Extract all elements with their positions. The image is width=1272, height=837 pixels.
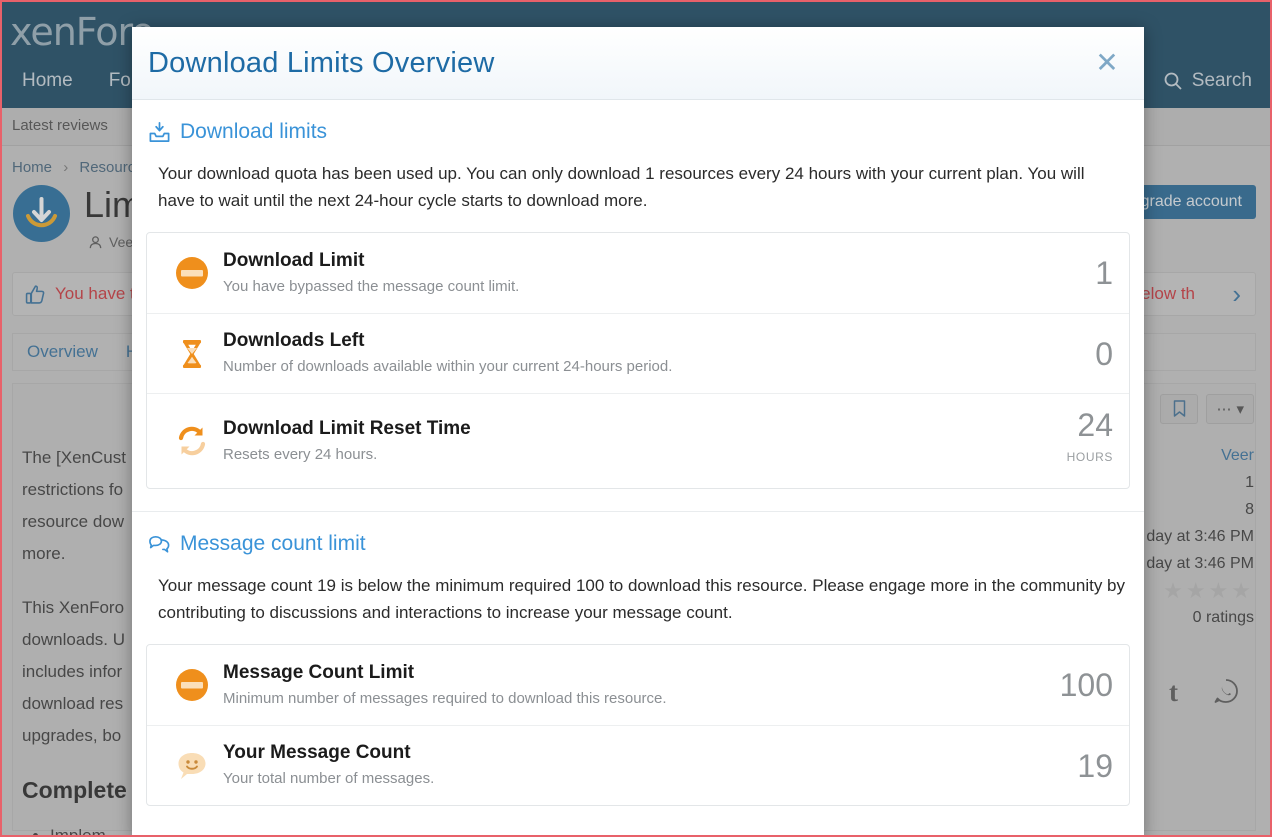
stat-title: Download Limit <box>223 248 1079 274</box>
stat-card-message-count: Message Count Limit Minimum number of me… <box>146 644 1130 806</box>
section-heading-label: Message count limit <box>180 532 366 556</box>
section-message-count-limit: Message count limit Your message count 1… <box>132 511 1144 828</box>
whatsapp-icon[interactable] <box>1212 677 1240 705</box>
stat-title: Download Limit Reset Time <box>223 416 1051 442</box>
stat-text: Your Message Count Your total number of … <box>223 740 1061 791</box>
stat-value-number: 24 <box>1077 407 1113 443</box>
stat-row-message-count-limit: Message Count Limit Minimum number of me… <box>147 645 1129 725</box>
stat-value-number: 100 <box>1060 667 1113 703</box>
breadcrumb-separator: › <box>63 159 68 176</box>
desc-line-3: resource dow <box>22 512 124 531</box>
user-icon <box>88 235 103 250</box>
search-icon <box>1163 71 1183 91</box>
stat-row-download-limit: Download Limit You have bypassed the mes… <box>147 233 1129 313</box>
resource-icon <box>13 185 70 242</box>
stat-subtitle: You have bypassed the message count limi… <box>223 275 1079 299</box>
smiley-bubble-icon <box>161 746 223 786</box>
stat-title: Your Message Count <box>223 740 1061 766</box>
stat-value: 24 HOURS <box>1051 408 1113 474</box>
stat-value: 19 <box>1061 749 1113 783</box>
desc-line-5: This XenForo <box>22 598 124 617</box>
section-heading-label: Download limits <box>180 120 327 144</box>
download-inbox-icon <box>148 121 171 144</box>
comments-icon <box>148 533 171 556</box>
stat-value-number: 1 <box>1095 255 1113 291</box>
stat-subtitle: Minimum number of messages required to d… <box>223 687 1044 711</box>
breadcrumb-item-resources[interactable]: Resourc <box>79 159 135 176</box>
stat-card-download-limits: Download Limit You have bypassed the mes… <box>146 232 1130 489</box>
desc-line-7: includes infor <box>22 662 122 681</box>
ellipsis-icon: ⋯ <box>1216 400 1231 418</box>
stat-title: Downloads Left <box>223 328 1079 354</box>
stat-text: Message Count Limit Minimum number of me… <box>223 660 1044 711</box>
section-heading-download-limits: Download limits <box>148 120 1130 144</box>
desc-line-1: The [XenCust <box>22 448 126 467</box>
no-entry-icon <box>161 665 223 705</box>
stat-subtitle: Number of downloads available within you… <box>223 355 1079 379</box>
stat-text: Download Limit Reset Time Resets every 2… <box>223 416 1051 467</box>
desc-line-8: download res <box>22 694 123 713</box>
stat-row-your-message-count: Your Message Count Your total number of … <box>147 725 1129 805</box>
stat-text: Download Limit You have bypassed the mes… <box>223 248 1079 299</box>
stat-value: 100 <box>1044 668 1113 702</box>
section-download-limits: Download limits Your download quota has … <box>132 100 1144 511</box>
more-options-button[interactable]: ⋯ ▾ <box>1206 394 1254 424</box>
site-nav: Home Fo <box>22 70 131 92</box>
modal-body: Download limits Your download quota has … <box>132 100 1144 837</box>
chevron-down-icon: ▾ <box>1236 400 1244 418</box>
nav-item-forums[interactable]: Fo <box>109 70 131 92</box>
desc-line-4: more. <box>22 544 65 563</box>
stat-title: Message Count Limit <box>223 660 1044 686</box>
close-icon[interactable]: ✕ <box>1090 46 1124 80</box>
bookmark-button[interactable] <box>1160 394 1198 424</box>
desc-line-2: restrictions fo <box>22 480 123 499</box>
refresh-cycle-icon <box>161 421 223 461</box>
breadcrumb-item-home[interactable]: Home <box>12 159 52 176</box>
bookmark-icon <box>1172 400 1187 418</box>
stat-value-number: 19 <box>1077 748 1113 784</box>
chevron-right-icon[interactable]: › <box>1232 279 1241 310</box>
hourglass-icon <box>161 334 223 374</box>
stat-value: 0 <box>1079 337 1113 371</box>
modal-header: Download Limits Overview ✕ <box>132 27 1144 100</box>
stat-value-number: 0 <box>1095 336 1113 372</box>
thumbs-up-icon <box>25 284 46 305</box>
download-limits-modal: Download Limits Overview ✕ Download limi… <box>132 27 1144 837</box>
breadcrumb: Home › Resourc <box>12 159 135 176</box>
desc-line-9: upgrades, bo <box>22 726 121 745</box>
section-description-download-limits: Your download quota has been used up. Yo… <box>158 160 1126 214</box>
stat-row-reset-time: Download Limit Reset Time Resets every 2… <box>147 393 1129 488</box>
nav-item-home[interactable]: Home <box>22 70 73 92</box>
tab-overview[interactable]: Overview <box>27 342 98 362</box>
stat-value-unit: HOURS <box>1067 440 1113 474</box>
search-button[interactable]: Search <box>1163 70 1252 92</box>
resource-action-bar: ⋯ ▾ <box>1160 394 1254 424</box>
stat-row-downloads-left: Downloads Left Number of downloads avail… <box>147 313 1129 393</box>
section-heading-message-count: Message count limit <box>148 532 1130 556</box>
resource-author: Veer <box>88 234 138 250</box>
modal-title: Download Limits Overview <box>132 47 494 80</box>
search-label: Search <box>1192 70 1252 92</box>
section-description-message-count: Your message count 19 is below the minim… <box>158 572 1126 626</box>
stat-subtitle: Resets every 24 hours. <box>223 443 1051 467</box>
screenshot-root: xenForo Home Fo Search Latest reviews Ho… <box>0 0 1272 837</box>
no-entry-icon <box>161 253 223 293</box>
desc-line-6: downloads. U <box>22 630 125 649</box>
download-circle-icon <box>13 185 70 242</box>
subnav-item-latest-reviews[interactable]: Latest reviews <box>12 117 108 134</box>
stat-text: Downloads Left Number of downloads avail… <box>223 328 1079 379</box>
stat-value: 1 <box>1079 256 1113 290</box>
tumblr-icon[interactable]: t <box>1169 677 1178 708</box>
upgrade-account-button[interactable]: grade account <box>1127 185 1256 219</box>
notice-text: You have t <box>55 284 135 304</box>
stat-subtitle: Your total number of messages. <box>223 767 1061 791</box>
share-buttons: t <box>1169 677 1240 708</box>
